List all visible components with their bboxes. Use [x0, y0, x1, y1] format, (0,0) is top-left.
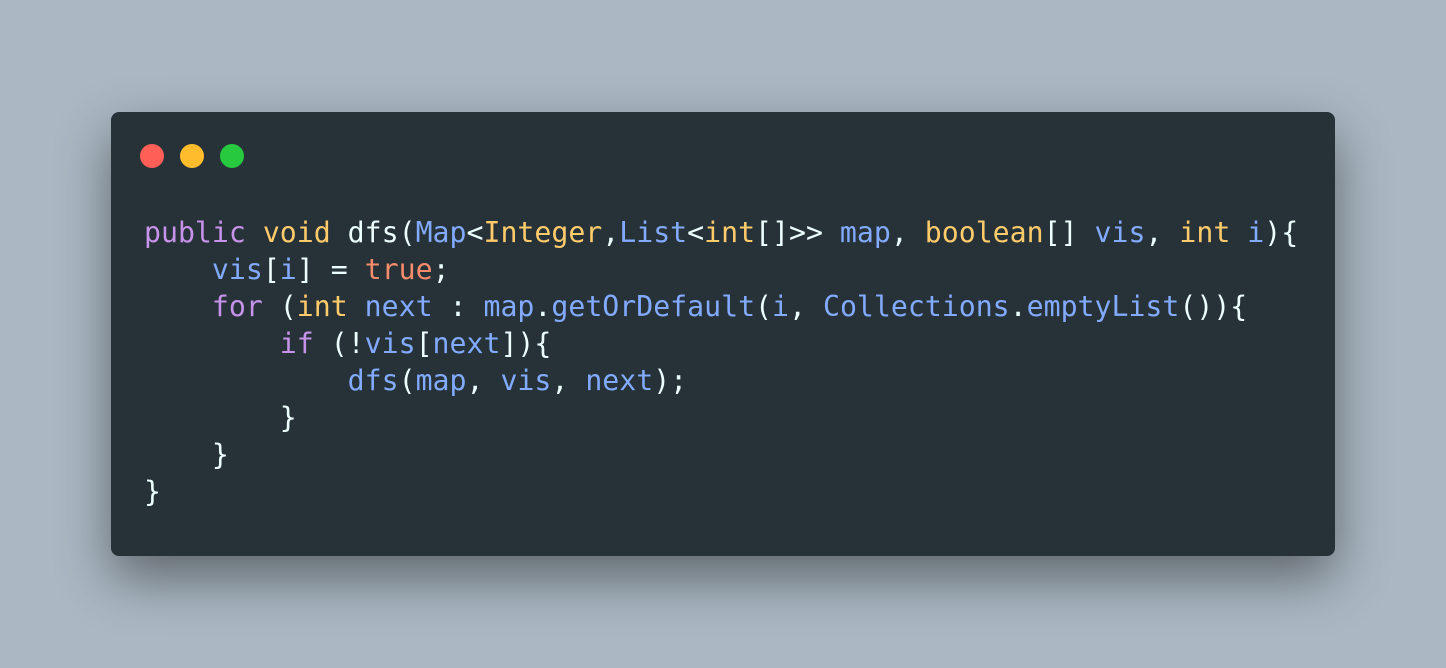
code-token-type: int: [704, 216, 756, 249]
code-token-keyword: public: [144, 216, 246, 249]
code-line: dfs(map, vis, next);: [144, 362, 1298, 399]
code-token-punctuation: [144, 290, 212, 323]
code-token-identifier: next: [432, 327, 501, 360]
code-token-punctuation: ,: [1145, 216, 1180, 249]
code-token-type: boolean: [924, 216, 1044, 249]
code-token-identifier: vis: [364, 327, 416, 360]
code-token-identifier: map: [483, 290, 535, 323]
code-token-identifier: vis: [211, 253, 263, 286]
code-line: for (int next : map.getOrDefault(i, Coll…: [144, 288, 1298, 325]
code-token-punctuation: [144, 253, 212, 286]
code-token-punctuation: [: [415, 327, 433, 360]
code-token-type: int: [1179, 216, 1231, 249]
code-token-punctuation: dfs(: [330, 216, 416, 249]
code-token-punctuation: [246, 216, 263, 249]
code-line: public void dfs(Map<Integer,List<int[]>>…: [144, 214, 1298, 251]
code-token-punctuation: ,: [466, 364, 501, 397]
code-token-punctuation: []: [1043, 216, 1095, 249]
code-token-punctuation: .: [534, 290, 552, 323]
code-token-punctuation: (: [398, 364, 416, 397]
code-token-punctuation: (: [262, 290, 297, 323]
code-token-identifier: dfs: [347, 364, 399, 397]
code-token-punctuation: (: [755, 290, 773, 323]
code-token-identifier: next: [585, 364, 654, 397]
code-token-punctuation: [144, 327, 280, 360]
code-line: }: [144, 473, 1298, 510]
code-token-punctuation: ()){: [1179, 290, 1248, 323]
code-token-identifier: map: [839, 216, 891, 249]
code-token-punctuation: [144, 364, 348, 397]
code-token-punctuation: ,: [890, 216, 925, 249]
code-token-punctuation: ){: [1264, 216, 1299, 249]
maximize-dot-icon[interactable]: [220, 144, 244, 168]
code-token-keyword: if: [279, 327, 314, 360]
code-token-punctuation: ,: [602, 216, 620, 249]
code-token-punctuation: [348, 290, 365, 323]
code-token-identifier: map: [415, 364, 467, 397]
code-token-punctuation: ]){: [500, 327, 552, 360]
code-token-identifier: next: [364, 290, 433, 323]
code-line: }: [144, 399, 1298, 436]
window-controls: [140, 144, 244, 168]
code-token-identifier: i: [772, 290, 790, 323]
code-block: public void dfs(Map<Integer,List<int[]>>…: [144, 214, 1298, 510]
code-token-punctuation: [: [262, 253, 280, 286]
code-token-identifier: emptyList: [1026, 290, 1180, 323]
code-token-punctuation: ] =: [296, 253, 365, 286]
code-token-punctuation: ,: [551, 364, 586, 397]
code-token-type: int: [296, 290, 348, 323]
code-token-identifier: i: [1247, 216, 1265, 249]
minimize-dot-icon[interactable]: [180, 144, 204, 168]
code-token-keyword: for: [211, 290, 263, 323]
close-dot-icon[interactable]: [140, 144, 164, 168]
code-line: vis[i] = true;: [144, 251, 1298, 288]
code-token-identifier: Collections: [822, 290, 1010, 323]
code-token-punctuation: .: [1009, 290, 1027, 323]
code-token-punctuation: [1230, 216, 1247, 249]
code-token-punctuation: ;: [432, 253, 450, 286]
code-token-punctuation: }: [144, 475, 161, 508]
code-token-punctuation: []>>: [755, 216, 840, 249]
code-token-boolean: true: [364, 253, 433, 286]
code-token-identifier: vis: [1094, 216, 1146, 249]
code-token-punctuation: );: [653, 364, 688, 397]
code-line: }: [144, 436, 1298, 473]
code-token-identifier: getOrDefault: [551, 290, 756, 323]
code-token-punctuation: <: [466, 216, 484, 249]
code-line: if (!vis[next]){: [144, 325, 1298, 362]
code-token-type: Integer: [483, 216, 603, 249]
code-token-punctuation: :: [432, 290, 484, 323]
code-token-punctuation: }: [144, 438, 229, 471]
code-token-identifier: vis: [500, 364, 552, 397]
code-token-punctuation: <: [687, 216, 705, 249]
code-token-identifier: i: [279, 253, 297, 286]
code-token-type: void: [262, 216, 331, 249]
code-token-identifier: Map: [415, 216, 467, 249]
code-token-punctuation: ,: [789, 290, 823, 323]
code-window: public void dfs(Map<Integer,List<int[]>>…: [111, 112, 1335, 556]
code-token-punctuation: }: [144, 401, 297, 434]
code-token-identifier: List: [619, 216, 688, 249]
code-token-punctuation: (!: [313, 327, 365, 360]
